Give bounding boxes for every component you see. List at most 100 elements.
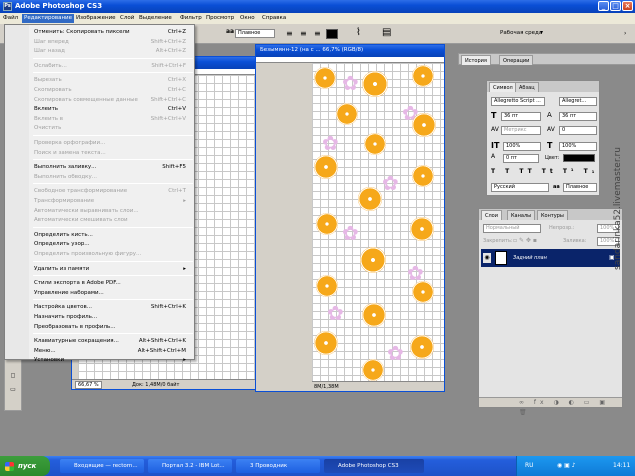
- language-indicator[interactable]: RU: [525, 456, 534, 476]
- orange-slice-15: [362, 303, 386, 327]
- palette-icon[interactable]: ▤: [382, 27, 391, 38]
- menu-help[interactable]: Справка: [262, 13, 286, 24]
- menu-image[interactable]: Изображение: [76, 13, 116, 24]
- menu-file[interactable]: Файл: [3, 13, 18, 24]
- chevron-down-icon[interactable]: ▾: [540, 29, 543, 36]
- edit-menu-item-shortcut: Shift+F5: [162, 164, 186, 171]
- edit-menu-item[interactable]: Настройка цветов... Shift+Ctrl+K: [7, 302, 194, 312]
- edit-menu-item[interactable]: Преобразовать в профиль...: [7, 322, 194, 332]
- panel-toggle-icon[interactable]: ›: [624, 30, 626, 37]
- quick-mask-icon[interactable]: ◻: [9, 372, 17, 380]
- tab-paragraph[interactable]: Абзац: [515, 82, 539, 92]
- blend-mode-select[interactable]: Нормальный: [483, 224, 541, 233]
- edit-menu-item-shortcut: Ctrl+C: [167, 87, 186, 93]
- tab-character[interactable]: Символ: [489, 82, 517, 92]
- edit-menu-item-shortcut: Shift+Ctrl+C: [150, 96, 186, 103]
- minimize-button[interactable]: _: [598, 1, 609, 11]
- edit-menu-item[interactable]: Удалить из памяти ▸: [7, 264, 194, 274]
- font-style-select[interactable]: Allegret...: [559, 97, 597, 106]
- menu-separator: [33, 299, 193, 301]
- maximize-button[interactable]: □: [610, 1, 621, 11]
- edit-menu-item-shortcut: ▸: [183, 357, 186, 364]
- task-photoshop[interactable]: Adobe Photoshop CS3: [324, 459, 424, 473]
- tab-actions[interactable]: Операции: [499, 55, 534, 65]
- start-button[interactable]: пуск: [0, 456, 50, 476]
- edit-menu-item-label: Вклеить в: [34, 115, 64, 122]
- edit-menu-item: Автоматически выравнивать слои...: [7, 206, 194, 216]
- edit-menu-item[interactable]: Клавиатурные сокращения... Alt+Shift+Ctrl…: [7, 336, 194, 346]
- aa-icon: aa: [226, 28, 235, 35]
- tab-history[interactable]: История: [461, 55, 491, 65]
- font-size-icon: T: [491, 111, 497, 120]
- edit-menu-item-shortcut: Alt+Ctrl+Z: [155, 48, 186, 55]
- tab-paths[interactable]: Контуры: [537, 210, 568, 220]
- aa-mode-select[interactable]: Плавное: [563, 183, 597, 192]
- vertical-scale-field[interactable]: 100%: [503, 142, 541, 151]
- task-portal[interactable]: Портал 3.2 - IBM Lot...: [148, 459, 232, 473]
- edit-menu-item-label: Вырезать: [34, 77, 62, 84]
- edit-menu-item-label: Шаг назад: [34, 48, 65, 55]
- leading-field[interactable]: 36 пт: [559, 112, 597, 121]
- language-select[interactable]: Русский: [491, 183, 549, 192]
- horizontal-scale-field[interactable]: 100%: [559, 142, 597, 151]
- menu-edit[interactable]: Редактирование: [22, 14, 74, 23]
- close-button[interactable]: ×: [622, 1, 633, 11]
- edit-menu-item: Автоматически смешивать слои: [7, 215, 194, 225]
- edit-menu-item[interactable]: Выполнить заливку... Shift+F5: [7, 162, 194, 172]
- align-center-icon[interactable]: ≡: [300, 29, 307, 38]
- orange-slice-17: [410, 335, 434, 359]
- menu-layer[interactable]: Слой: [120, 13, 134, 24]
- orange-slice-5: [412, 113, 436, 137]
- menu-select[interactable]: Выделение: [139, 13, 172, 24]
- pink-flower-1: ✿: [342, 71, 359, 95]
- lock-icons[interactable]: ▫ ✎ ✥ ▪: [513, 237, 537, 244]
- edit-menu-item[interactable]: Меню... Alt+Shift+Ctrl+M: [7, 346, 194, 356]
- edit-menu-item[interactable]: Определить узор...: [7, 239, 194, 249]
- text-color-field[interactable]: [563, 154, 595, 162]
- warp-text-icon[interactable]: ⌇: [356, 27, 361, 38]
- document-2-canvas[interactable]: ✿ ✿ ✿ ✿ ✿ ✿ ✿ ✿: [312, 63, 444, 381]
- menu-window[interactable]: Окно: [240, 13, 255, 24]
- align-right-icon[interactable]: ≡: [314, 29, 321, 38]
- text-color-swatch[interactable]: [326, 29, 338, 39]
- tray-icons[interactable]: ◉ ▣ ♪: [557, 456, 576, 476]
- workspace-label[interactable]: Рабочая среда: [500, 30, 542, 36]
- visibility-eye-icon[interactable]: ◉: [483, 253, 491, 263]
- edit-menu-item[interactable]: Установки ▸: [7, 355, 194, 365]
- task-inbox[interactable]: Входящие — rectorn...: [60, 459, 144, 473]
- baseline-icon: A: [491, 153, 496, 160]
- edit-menu-item[interactable]: Отменить: Скопировать пиксели Ctrl+Z: [7, 27, 194, 37]
- screen-mode-icon[interactable]: ▭: [9, 386, 17, 394]
- tracking-field[interactable]: 0: [559, 126, 597, 135]
- edit-menu-item[interactable]: Управление наборами...: [7, 288, 194, 298]
- menu-filter[interactable]: Фильтр: [180, 13, 202, 24]
- menu-separator: [33, 72, 193, 74]
- doc-info[interactable]: Док: 1,48М/0 байт: [132, 382, 179, 388]
- orange-slice-13: [316, 275, 338, 297]
- menu-bar: Файл Редактирование Изображение Слой Выд…: [0, 13, 635, 24]
- font-size-field[interactable]: 36 пт: [501, 112, 541, 121]
- pink-flower-8: ✿: [387, 341, 404, 365]
- task-explorer[interactable]: 3 Проводник: [236, 459, 320, 473]
- font-family-select[interactable]: Allegretto Script ...: [491, 97, 545, 106]
- tab-layers[interactable]: Слои: [481, 210, 502, 220]
- layers-footer: ∞ fx ◑ ◐ ▭ ▣ 🗑: [479, 397, 622, 416]
- edit-menu-item[interactable]: Определить кисть...: [7, 230, 194, 240]
- zoom-level[interactable]: 66,67 %: [75, 381, 102, 389]
- edit-menu-item[interactable]: Назначить профиль...: [7, 312, 194, 322]
- edit-menu-item[interactable]: Стили экспорта в Adobe PDF...: [7, 278, 194, 288]
- tab-channels[interactable]: Каналы: [507, 210, 536, 220]
- edit-menu-item[interactable]: Вклеить Ctrl+V: [7, 104, 194, 114]
- layer-name[interactable]: Задний план: [513, 249, 547, 267]
- windows-logo-icon: [5, 462, 14, 471]
- color-label: Цвет:: [545, 155, 560, 161]
- menu-view[interactable]: Просмотр: [206, 13, 234, 24]
- align-left-icon[interactable]: ≡: [286, 29, 293, 38]
- orange-slice-2: [362, 71, 388, 97]
- layer-row[interactable]: ◉ Задний план ▣: [481, 249, 620, 267]
- baseline-field[interactable]: 0 пт: [503, 154, 539, 163]
- edit-menu-item-shortcut: ▸: [183, 265, 186, 272]
- document-2-title-bar[interactable]: Безымянн-12 (на с ... 66,7% (RGB/8): [256, 45, 444, 57]
- kerning-field[interactable]: Метрикс: [501, 126, 541, 135]
- antialias-select[interactable]: Плавное: [235, 29, 275, 38]
